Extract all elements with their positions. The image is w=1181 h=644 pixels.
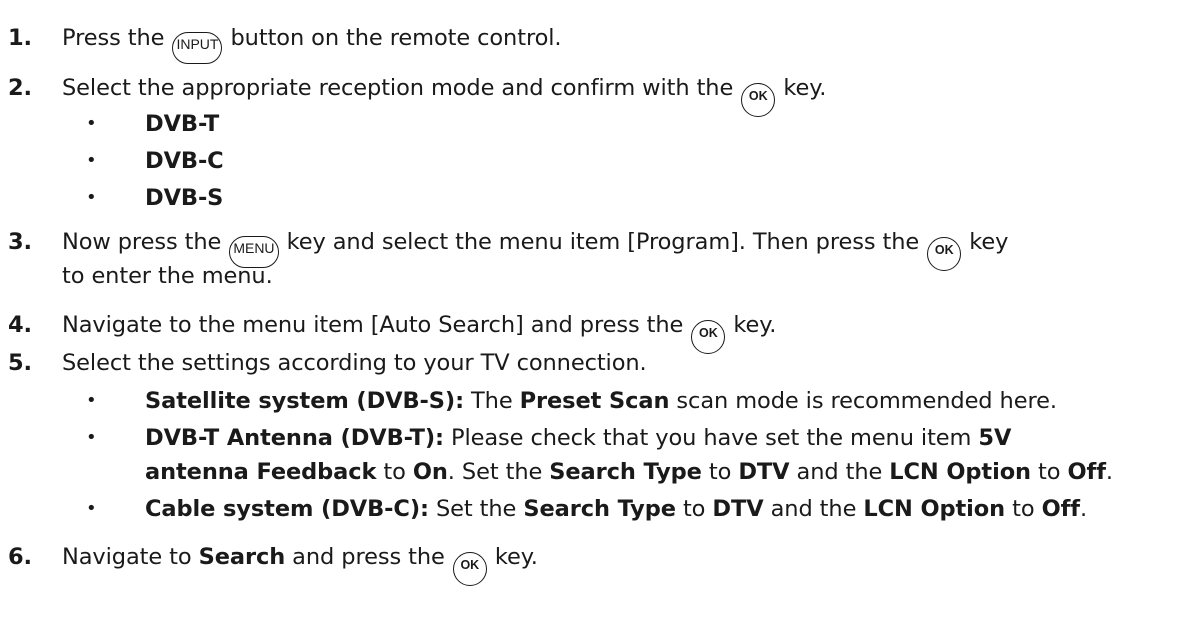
- ok-key-icon: OK: [691, 320, 726, 354]
- bullet-icon: •: [86, 113, 97, 134]
- bullet-icon: •: [86, 150, 97, 171]
- bullet-icon: •: [86, 187, 97, 208]
- ok-key-icon: OK: [927, 237, 962, 271]
- step-text: Press the INPUT button on the remote con…: [62, 23, 562, 64]
- ok-key-icon: OK: [452, 552, 487, 586]
- bullet-icon: •: [86, 427, 97, 448]
- step-text: Navigate to Search and press the OK key.: [62, 542, 538, 586]
- step-number: 4.: [8, 312, 33, 338]
- bullet-icon: •: [86, 498, 97, 519]
- step-number: 5.: [8, 350, 33, 376]
- input-key-icon: INPUT: [172, 32, 223, 64]
- bullet-icon: •: [86, 390, 97, 411]
- step-number: 6.: [8, 544, 33, 570]
- step-text: Select the settings according to your TV…: [62, 350, 647, 376]
- step-number: 3.: [8, 229, 33, 255]
- ok-key-icon: OK: [741, 83, 776, 117]
- step-number: 2.: [8, 75, 33, 101]
- step-number: 1.: [8, 25, 33, 51]
- instruction-document: 1. Press the INPUT button on the remote …: [0, 0, 1181, 644]
